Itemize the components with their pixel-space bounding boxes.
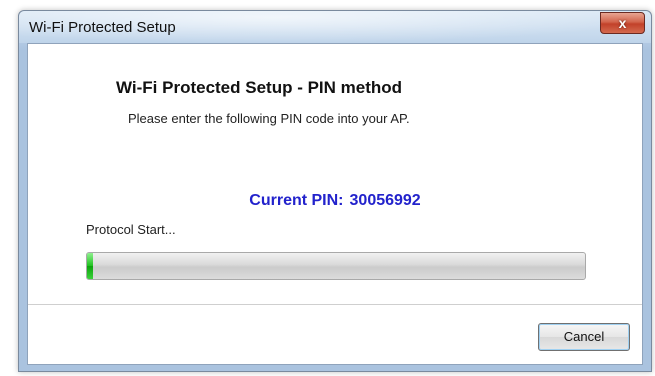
progress-fill — [87, 253, 93, 279]
title-bar[interactable]: Wi-Fi Protected Setup x — [19, 11, 651, 43]
status-text: Protocol Start... — [86, 222, 176, 237]
close-button[interactable]: x — [600, 12, 645, 34]
pin-value: 30056992 — [349, 192, 421, 209]
pin-label: Current PIN: — [249, 192, 344, 209]
progress-bar — [86, 252, 586, 280]
cancel-button[interactable]: Cancel — [538, 323, 630, 351]
instruction-text: Please enter the following PIN code into… — [128, 111, 410, 126]
current-pin: Current PIN: 30056992 — [28, 192, 642, 210]
window-title: Wi-Fi Protected Setup — [29, 19, 176, 36]
separator — [28, 304, 642, 305]
wps-dialog-window: Wi-Fi Protected Setup x Wi-Fi Protected … — [18, 10, 652, 372]
close-icon: x — [618, 15, 627, 31]
dialog-body: Wi-Fi Protected Setup - PIN method Pleas… — [27, 43, 643, 365]
dialog-heading: Wi-Fi Protected Setup - PIN method — [116, 78, 403, 97]
